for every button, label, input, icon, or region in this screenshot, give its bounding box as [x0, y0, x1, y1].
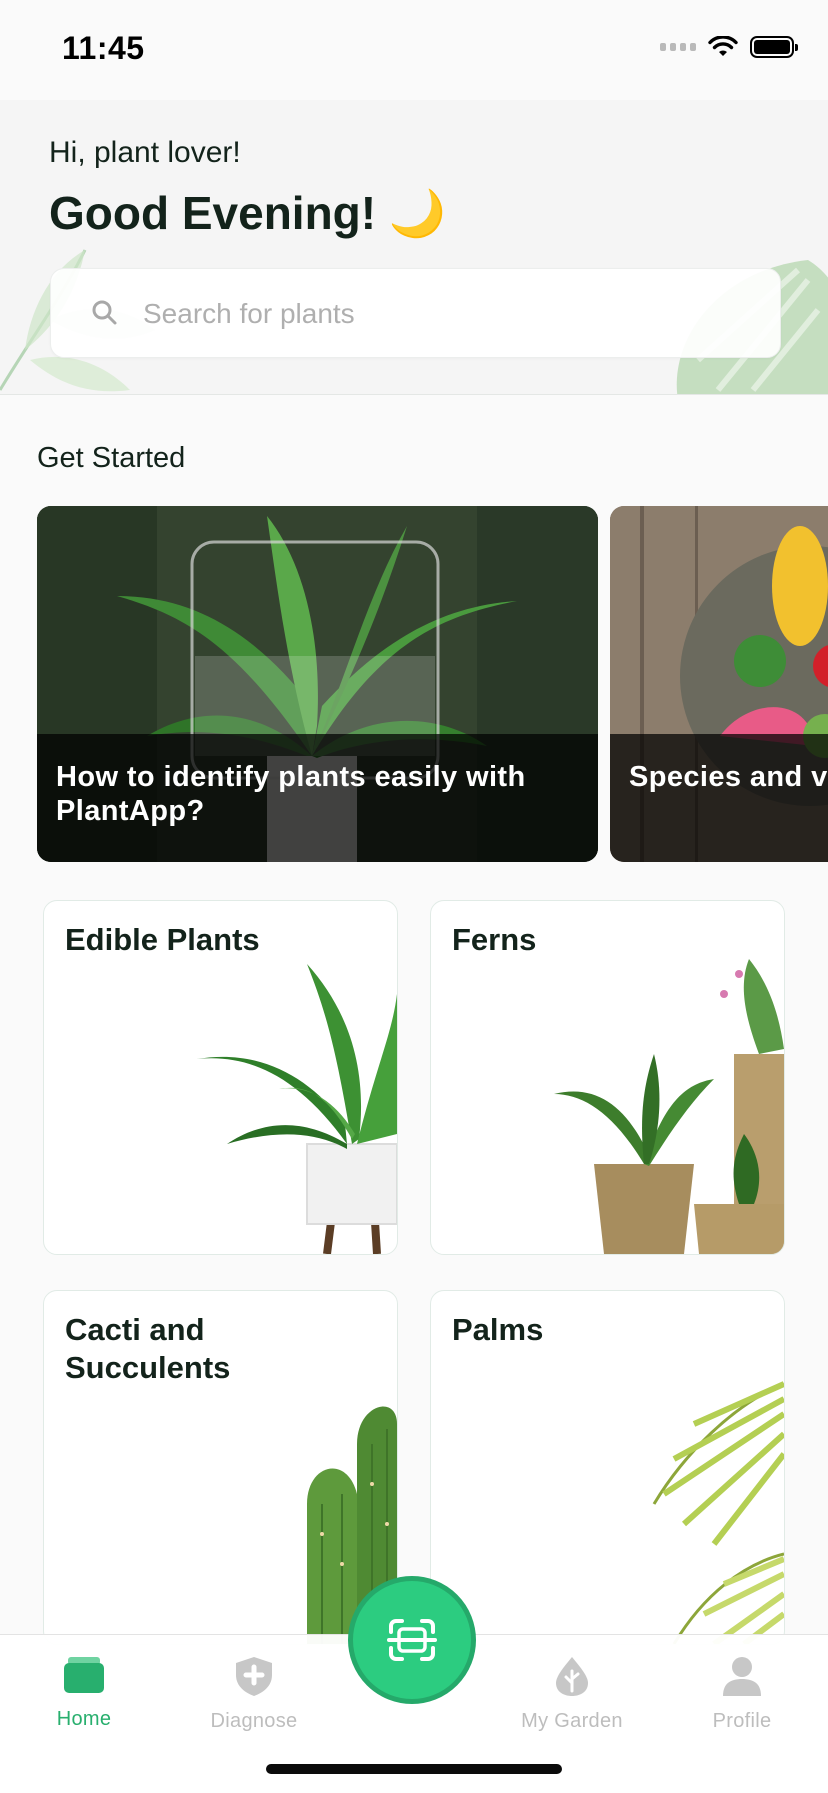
shield-plus-icon: [236, 1657, 272, 1696]
get-started-card-title: Species and varieties: the difference: [629, 761, 828, 793]
person-icon: [723, 1657, 761, 1696]
category-card-cacti-and-succulents[interactable]: Cacti and Succulents: [43, 1290, 398, 1645]
tab-label: Home: [56, 1708, 112, 1730]
tab-profile[interactable]: Profile: [672, 1655, 812, 1733]
tab-my-garden[interactable]: My Garden: [502, 1655, 642, 1733]
tab-home[interactable]: Home: [14, 1655, 154, 1731]
category-label: Palms: [452, 1312, 544, 1347]
home-indicator: [266, 1764, 562, 1774]
search-box[interactable]: [50, 268, 781, 359]
battery-icon: [750, 36, 798, 58]
tab-label: Profile: [712, 1710, 772, 1732]
status-icons: [660, 36, 798, 58]
leaf-drop-icon: [556, 1657, 588, 1696]
category-card-edible-plants[interactable]: Edible Plants: [43, 900, 398, 1255]
scan-icon: [387, 1619, 437, 1661]
potted-plant-icon: [197, 964, 397, 1254]
palm-leaf-icon: [652, 1381, 784, 1644]
search-icon: [92, 300, 117, 325]
signal-icon: [660, 43, 696, 51]
header: Hi, plant lover! Good Evening! 🌙: [0, 100, 828, 395]
search-input[interactable]: [141, 269, 745, 359]
tab-label: My Garden: [521, 1710, 623, 1732]
scan-button[interactable]: [348, 1576, 476, 1704]
status-time: 11:45: [62, 30, 145, 66]
section-title-get-started: Get Started: [37, 442, 186, 474]
page-title: Good Evening! 🌙: [49, 187, 447, 239]
get-started-card[interactable]: Species and varieties: the difference: [610, 506, 828, 862]
category-label: Cacti and Succulents: [65, 1312, 231, 1385]
category-card-palms[interactable]: Palms: [430, 1290, 785, 1645]
category-card-ferns[interactable]: Ferns: [430, 900, 785, 1255]
status-bar: 11:45: [0, 0, 828, 100]
greeting-text: Hi, plant lover!: [49, 136, 241, 169]
home-icon: [64, 1657, 104, 1693]
wifi-icon: [708, 36, 738, 56]
get-started-card[interactable]: How to identify plants easily with Plant…: [37, 506, 598, 862]
tab-diagnose[interactable]: Diagnose: [184, 1655, 324, 1733]
fern-pots-icon: [554, 959, 784, 1254]
get-started-card-title: How to identify plants easily with Plant…: [56, 761, 526, 827]
tab-label: Diagnose: [210, 1710, 298, 1732]
